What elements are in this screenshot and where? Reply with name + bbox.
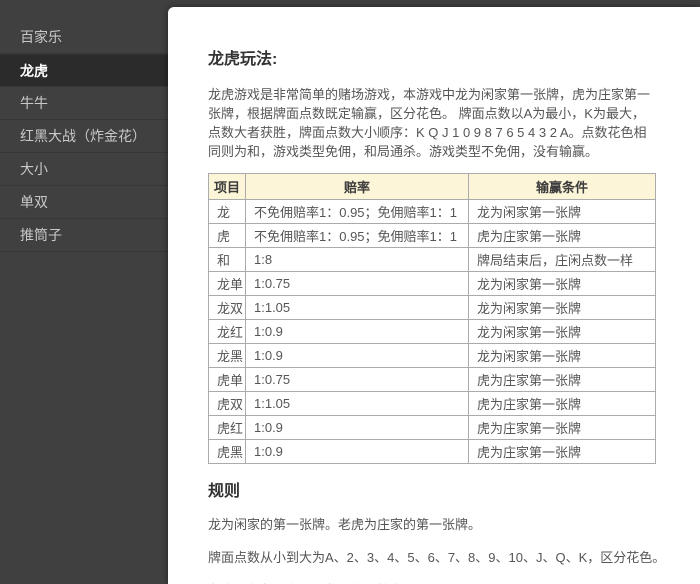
table-row: 龙红1:0.9龙为闲家第一张牌 [209,320,656,344]
app-root: 百家乐龙虎牛牛红黑大战（炸金花）大小单双推筒子 龙虎玩法: 龙虎游戏是非常简单的… [0,0,700,584]
condition-cell: 虎为庄家第一张牌 [469,224,656,248]
condition-cell: 牌局结束后，庄闲点数一样 [469,248,656,272]
odds-cell: 1:0.9 [246,416,469,440]
table-row: 虎不免佣赔率1：0.95；免佣赔率1：1虎为庄家第一张牌 [209,224,656,248]
condition-cell: 龙为闲家第一张牌 [469,320,656,344]
item-cell: 龙红 [209,320,246,344]
table-header-row: 项目 赔率 输赢条件 [209,174,656,200]
item-cell: 虎双 [209,392,246,416]
col-header-win-condition: 输赢条件 [469,174,656,200]
sidebar-item-longhu[interactable]: 龙虎 [0,54,168,87]
odds-table-body: 龙不免佣赔率1：0.95；免佣赔率1：1龙为闲家第一张牌虎不免佣赔率1：0.95… [209,200,656,464]
odds-table-header: 项目 赔率 输赢条件 [209,174,656,200]
condition-cell: 龙为闲家第一张牌 [469,296,656,320]
intro-paragraph: 龙虎游戏是非常简单的赌场游戏，本游戏中龙为闲家第一张牌，虎为庄家第一张牌，根据牌… [208,85,655,161]
table-row: 虎黑1:0.9虎为庄家第一张牌 [209,440,656,464]
condition-cell: 龙为闲家第一张牌 [469,344,656,368]
condition-cell: 龙为闲家第一张牌 [469,272,656,296]
content-body: 龙虎玩法: 龙虎游戏是非常简单的赌场游戏，本游戏中龙为闲家第一张牌，虎为庄家第一… [168,7,700,584]
game-nav-sidebar: 百家乐龙虎牛牛红黑大战（炸金花）大小单双推筒子 [0,0,168,584]
odds-table: 项目 赔率 输赢条件 龙不免佣赔率1：0.95；免佣赔率1：1龙为闲家第一张牌虎… [208,173,656,464]
sidebar-item-danshuang[interactable]: 单双 [0,186,168,219]
odds-cell: 1:0.75 [246,368,469,392]
condition-cell: 虎为庄家第一张牌 [469,440,656,464]
rule-paragraph: 牌面点数从小到大为A、2、3、4、5、6、7、8、9、10、J、Q、K，区分花色… [208,548,660,567]
table-row: 和1:8牌局结束后，庄闲点数一样 [209,248,656,272]
odds-cell: 不免佣赔率1：0.95；免佣赔率1：1 [246,224,469,248]
odds-cell: 1:0.9 [246,344,469,368]
item-cell: 虎红 [209,416,246,440]
table-row: 龙双1:1.05龙为闲家第一张牌 [209,296,656,320]
item-cell: 虎 [209,224,246,248]
odds-cell: 1:0.9 [246,440,469,464]
item-cell: 龙双 [209,296,246,320]
item-cell: 龙单 [209,272,246,296]
table-row: 龙黑1:0.9龙为闲家第一张牌 [209,344,656,368]
condition-cell: 虎为庄家第一张牌 [469,368,656,392]
odds-cell: 1:1.05 [246,296,469,320]
item-cell: 龙 [209,200,246,224]
item-cell: 和 [209,248,246,272]
rules-list: 龙为闲家的第一张牌。老虎为庄家的第一张牌。牌面点数从小到大为A、2、3、4、5、… [208,515,660,584]
content-panel: 龙虎玩法: 龙虎游戏是非常简单的赌场游戏，本游戏中龙为闲家第一张牌，虎为庄家第一… [168,7,700,584]
rules-title: 规则 [208,482,660,501]
rule-paragraph: 龙为闲家的第一张牌。老虎为庄家的第一张牌。 [208,515,660,534]
table-row: 虎单1:0.75虎为庄家第一张牌 [209,368,656,392]
page-title: 龙虎玩法: [208,50,660,69]
odds-cell: 1:0.75 [246,272,469,296]
col-header-item: 项目 [209,174,246,200]
condition-cell: 虎为庄家第一张牌 [469,392,656,416]
table-row: 龙单1:0.75龙为闲家第一张牌 [209,272,656,296]
item-cell: 龙黑 [209,344,246,368]
table-row: 虎双1:1.05虎为庄家第一张牌 [209,392,656,416]
sidebar-item-tuitongzi[interactable]: 推筒子 [0,219,168,252]
item-cell: 虎黑 [209,440,246,464]
table-row: 龙不免佣赔率1：0.95；免佣赔率1：1龙为闲家第一张牌 [209,200,656,224]
condition-cell: 龙为闲家第一张牌 [469,200,656,224]
col-header-odds: 赔率 [246,174,469,200]
sidebar-item-daxiao[interactable]: 大小 [0,153,168,186]
odds-cell: 1:8 [246,248,469,272]
odds-cell: 1:1.05 [246,392,469,416]
condition-cell: 虎为庄家第一张牌 [469,416,656,440]
table-row: 虎红1:0.9虎为庄家第一张牌 [209,416,656,440]
sidebar-item-hongheidazhan[interactable]: 红黑大战（炸金花） [0,120,168,153]
item-cell: 虎单 [209,368,246,392]
odds-cell: 不免佣赔率1：0.95；免佣赔率1：1 [246,200,469,224]
sidebar-item-niuniu[interactable]: 牛牛 [0,87,168,120]
sidebar-item-baijiale[interactable]: 百家乐 [0,21,168,54]
odds-cell: 1:0.9 [246,320,469,344]
